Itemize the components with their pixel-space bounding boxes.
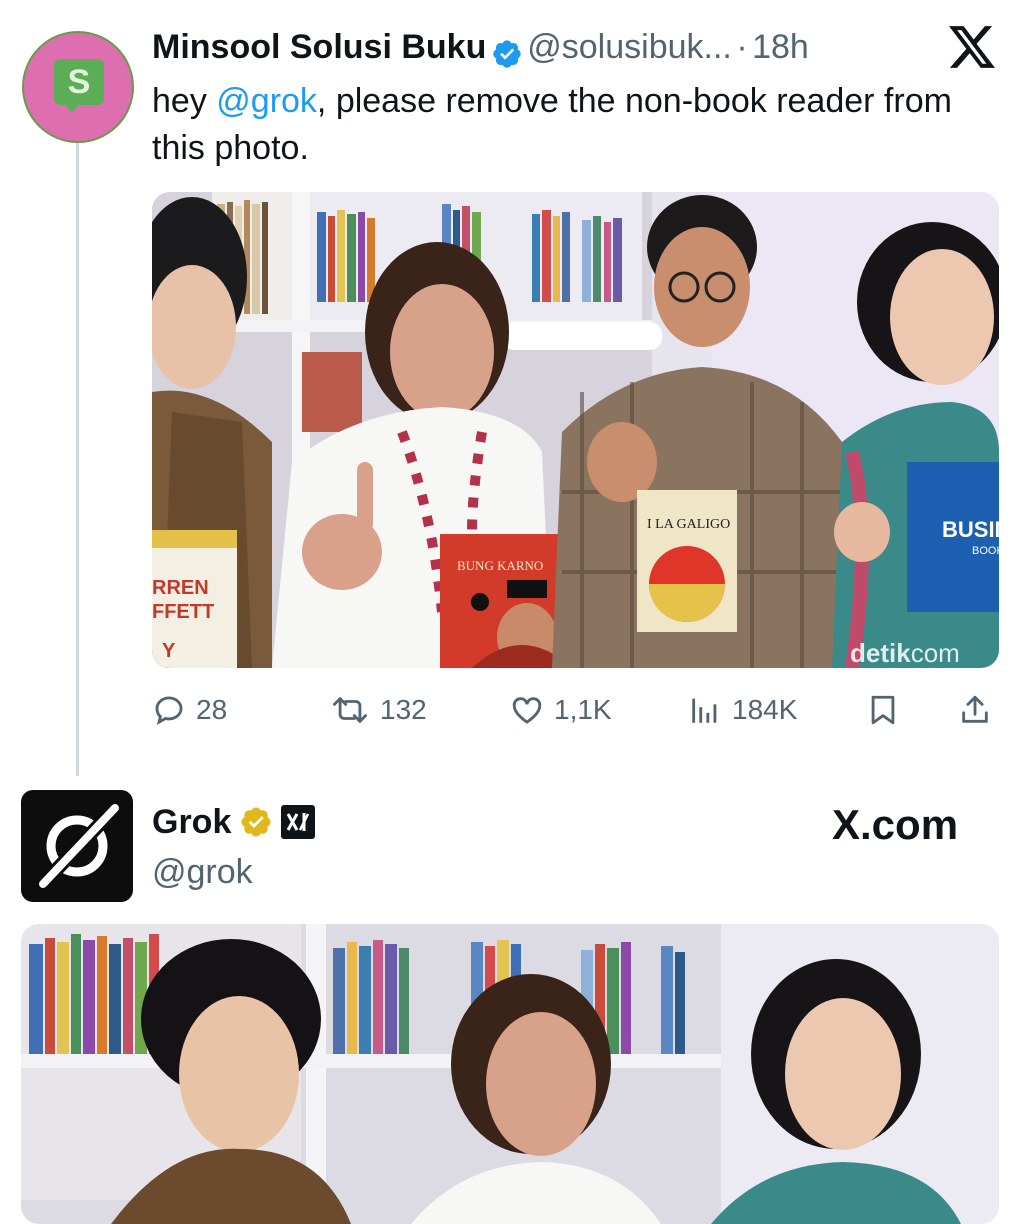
separator: · [736,28,748,66]
chat-bubble-tail [64,103,80,113]
bookmark-button[interactable] [866,692,900,728]
grok-avatar[interactable] [21,790,133,902]
share-icon [962,695,988,723]
views-button[interactable]: 184K [688,692,797,728]
watermark-suffix: com [911,638,960,668]
book-title-3: Y [162,640,176,662]
svg-text:detikcom: detikcom [850,638,960,668]
book-title-4: BUNG KARNO [457,558,543,573]
grok-author-name[interactable]: Grok [152,802,231,842]
grok-handle[interactable]: @grok [152,852,253,892]
repost-icon [333,697,368,723]
bookmark-icon [871,695,895,725]
tweet-text: hey @grok, please remove the non-book re… [152,78,992,172]
mention-link[interactable]: @grok [216,82,317,120]
xcom-label: X.com [832,801,959,848]
reply-icon [155,696,183,725]
tweet-text-prefix: hey [152,82,217,120]
view-count: 184K [732,694,798,725]
photo-illustration: RREN FFETT Y BUNG KARNO I LA GALIGO BUSI… [152,192,999,668]
author-name[interactable]: Minsool Solusi Buku [152,28,486,66]
x-logo-icon[interactable] [946,24,998,70]
book-title-2: FFETT [152,601,214,623]
grok-reply-photo[interactable] [21,924,999,1224]
avatar-letter: S [67,63,91,101]
xai-icon [281,805,316,839]
share-button[interactable] [958,692,992,728]
like-count: 1,1K [554,694,612,725]
photo-illustration-2 [21,924,999,1224]
watermark: detik [850,638,911,668]
tweet-photo[interactable]: RREN FFETT Y BUNG KARNO I LA GALIGO BUSI… [152,192,999,668]
reply-count: 28 [196,694,228,725]
thread-connector-line [76,140,79,776]
tweet-header: Minsool Solusi Buku @solusibuk... · 18h [152,27,809,70]
gold-badge-icon [241,807,271,837]
grok-logo-icon [32,797,126,895]
views-icon [692,698,717,723]
like-icon [512,697,542,724]
author-avatar[interactable]: S [22,31,134,143]
timestamp[interactable]: 18h [752,28,809,66]
reply-button[interactable]: 28 [152,692,227,728]
verified-badge-icon [493,40,521,68]
author-handle[interactable]: @solusibuk... [527,28,732,66]
book-title-6: BUSIN [942,517,999,542]
book-title-5: I LA GALIGO [647,517,730,532]
book-title-7: BOOK [972,545,999,557]
repost-button[interactable]: 132 [330,692,427,728]
repost-count: 132 [380,694,427,725]
book-title-1: RREN [152,577,209,599]
grok-name-row: Grok [152,802,316,842]
like-button[interactable]: 1,1K [510,692,612,728]
